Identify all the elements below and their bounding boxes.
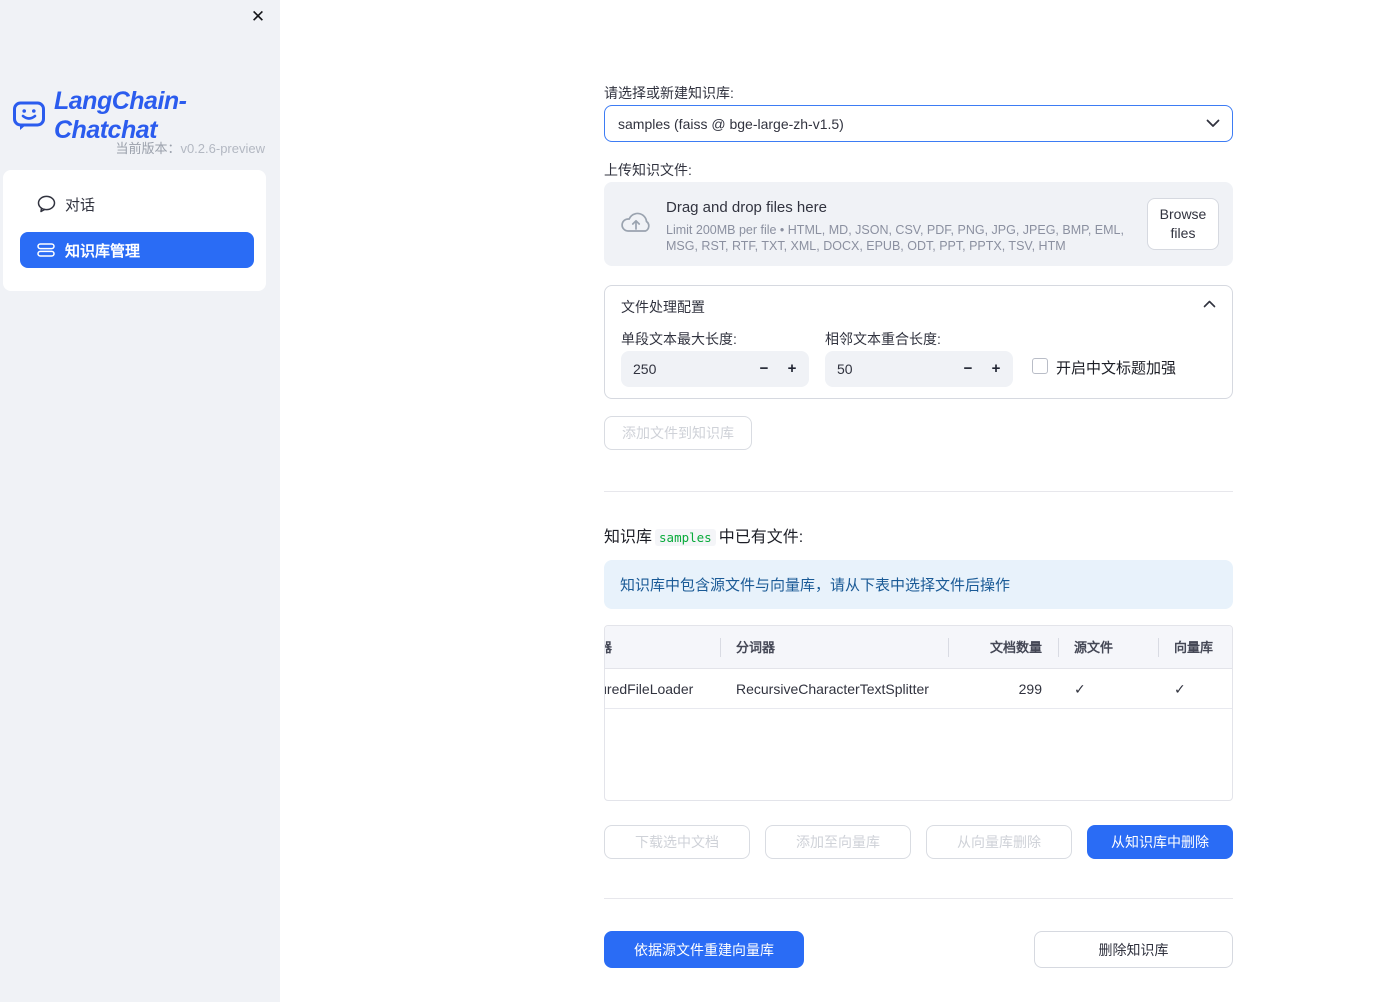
rebuild-vector-store-button[interactable]: 依据源文件重建向量库 (604, 931, 804, 968)
delete-from-kb-button[interactable]: 从知识库中删除 (1087, 825, 1233, 859)
sidebar-item-kb-management[interactable]: 知识库管理 (20, 232, 254, 268)
chevron-up-icon[interactable] (1203, 300, 1216, 308)
dropzone-title: Drag and drop files here (666, 199, 827, 216)
sidebar-item-dialogue[interactable]: 对话 (20, 186, 254, 222)
cell-source-file-check: ✓ (1074, 681, 1086, 697)
kb-files-heading: 知识库 samples 中已有文件: (604, 529, 804, 546)
upload-cloud-icon (620, 208, 652, 236)
cell-vector-store-check: ✓ (1174, 681, 1186, 697)
browse-files-button[interactable]: Browse files (1147, 198, 1219, 250)
cell-splitter: RecursiveCharacterTextSplitter (736, 681, 929, 697)
header-separator (720, 638, 721, 657)
header-separator (1058, 638, 1059, 657)
sidebar-menu: 对话 知识库管理 (3, 170, 266, 291)
version-text: 当前版本：v0.2.6-preview (115, 141, 265, 156)
chat-smiley-logo-icon (12, 100, 46, 132)
chat-bubble-icon (36, 194, 56, 214)
table-row[interactable]: UnstructuredFileLoader RecursiveCharacte… (605, 669, 1232, 709)
table-header: 文档加载器 分词器 文档数量 源文件 向量库 (605, 626, 1232, 669)
table-inner: 文档加载器 分词器 文档数量 源文件 向量库 UnstructuredFileL… (605, 626, 1232, 709)
app-logo: LangChain-Chatchat (12, 87, 280, 145)
header-separator (1158, 638, 1159, 657)
minus-icon[interactable]: − (955, 351, 981, 387)
chunk-overlap-value: 50 (837, 361, 853, 377)
upload-label: 上传知识文件: (604, 162, 692, 178)
download-selected-button[interactable]: 下载选中文档 (604, 825, 750, 859)
minus-icon[interactable]: − (751, 351, 777, 387)
plus-icon[interactable]: + (983, 351, 1009, 387)
zh-title-enhance-label: 开启中文标题加强 (1056, 360, 1177, 377)
sidebar-item-label: 知识库管理 (65, 242, 141, 260)
zh-title-enhance-checkbox[interactable] (1032, 358, 1048, 374)
app-title: LangChain-Chatchat (54, 87, 187, 144)
cell-doc-count: 299 (1018, 681, 1042, 697)
chunk-overlap-input[interactable]: 50 − + (825, 351, 1013, 387)
chunk-overlap-label: 相邻文本重合长度: (825, 331, 941, 347)
chunk-size-input[interactable]: 250 − + (621, 351, 809, 387)
kb-select-value: samples (faiss @ bge-large-zh-v1.5) (618, 115, 844, 132)
chunk-size-value: 250 (633, 361, 657, 377)
divider (604, 491, 1233, 492)
sidebar: ✕ LangChain-Chatchat 当前版本：v0.2.6-preview (0, 0, 280, 1002)
divider (604, 898, 1233, 899)
main-content: 请选择或新建知识库: samples (faiss @ bge-large-zh… (604, 0, 1233, 1002)
col-header-vector-store[interactable]: 向量库 (1158, 626, 1232, 668)
kb-name-code: samples (655, 529, 716, 546)
kb-select-label: 请选择或新建知识库: (604, 85, 734, 101)
chevron-down-icon (1206, 119, 1220, 128)
dropzone-limit-text: Limit 200MB per file • HTML, MD, JSON, C… (666, 223, 1124, 253)
delete-from-vector-store-button[interactable]: 从向量库删除 (926, 825, 1072, 859)
plus-icon[interactable]: + (779, 351, 805, 387)
kb-management-page: ✕ LangChain-Chatchat 当前版本：v0.2.6-preview (0, 0, 1380, 1002)
close-sidebar-icon[interactable]: ✕ (247, 6, 269, 28)
col-header-doc-count[interactable]: 文档数量 (948, 626, 1058, 668)
kb-files-table[interactable]: 文档加载器 分词器 文档数量 源文件 向量库 UnstructuredFileL… (604, 625, 1233, 801)
cell-loader: UnstructuredFileLoader (605, 681, 694, 697)
chunk-size-label: 单段文本最大长度: (621, 331, 737, 347)
header-separator (948, 638, 949, 657)
add-files-to-kb-button[interactable]: 添加文件到知识库 (604, 416, 752, 450)
file-config-expander: 文件处理配置 单段文本最大长度: 相邻文本重合长度: 250 − + 50 − … (604, 285, 1233, 399)
info-banner: 知识库中包含源文件与向量库，请从下表中选择文件后操作 (604, 560, 1233, 609)
col-header-loader[interactable]: 文档加载器 (605, 626, 720, 668)
sidebar-item-label: 对话 (65, 196, 96, 214)
delete-kb-button[interactable]: 删除知识库 (1034, 931, 1233, 968)
col-header-splitter[interactable]: 分词器 (720, 626, 948, 668)
file-uploader-dropzone[interactable]: Drag and drop files here Limit 200MB per… (604, 182, 1233, 266)
kb-select-dropdown[interactable]: samples (faiss @ bge-large-zh-v1.5) (604, 105, 1233, 142)
col-header-source-file[interactable]: 源文件 (1058, 626, 1158, 668)
add-to-vector-store-button[interactable]: 添加至向量库 (765, 825, 911, 859)
expander-title[interactable]: 文件处理配置 (621, 297, 705, 317)
list-icon (36, 240, 56, 260)
